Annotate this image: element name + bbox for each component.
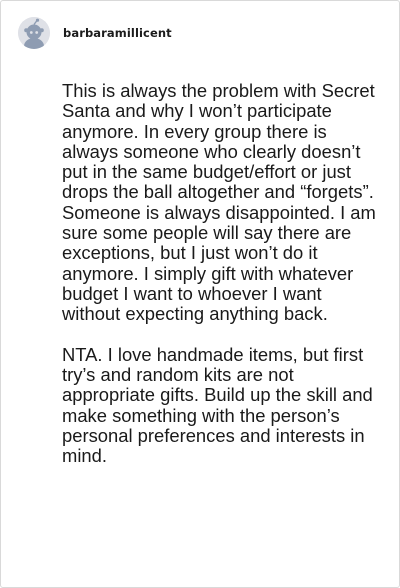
- comment-card: barbaramillicent This is always the prob…: [0, 0, 400, 588]
- comment-paragraph: This is always the problem with Secret S…: [62, 80, 376, 325]
- comment-paragraph: NTA. I love handmade items, but first tr…: [62, 343, 373, 467]
- comment-body: This is always the problem with Secret S…: [62, 80, 384, 467]
- comment-author[interactable]: barbaramillicent: [63, 26, 172, 40]
- comment-header: barbaramillicent: [18, 17, 172, 49]
- default-user-avatar-icon[interactable]: [18, 17, 50, 49]
